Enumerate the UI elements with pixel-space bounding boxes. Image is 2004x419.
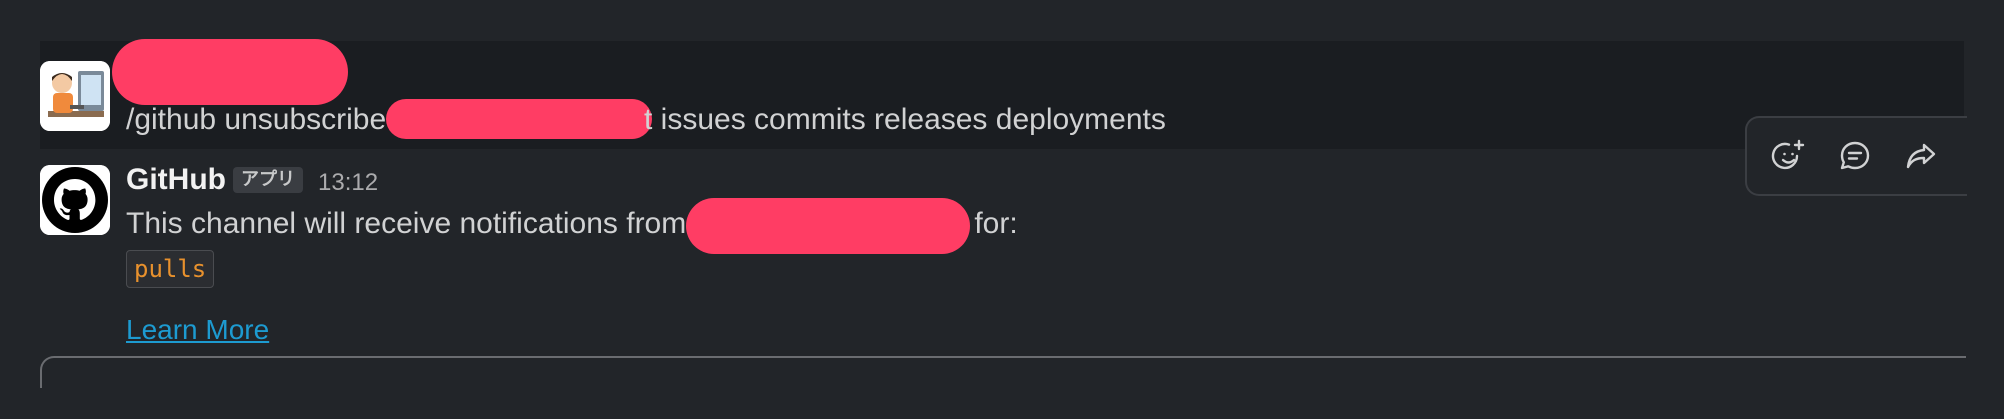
redacted-repo-name — [686, 198, 970, 254]
sender-name[interactable]: GitHub — [126, 160, 226, 200]
app-badge: アプリ — [233, 167, 303, 193]
command-text: /github unsubscribe — [126, 103, 395, 136]
message-timestamp[interactable]: 13:12 — [318, 168, 378, 198]
redacted-repo-in-command — [386, 99, 652, 139]
notification-text: This channel will receive notifications … — [126, 207, 695, 240]
user-avatar[interactable] — [40, 61, 110, 131]
notification-text-suffix: for: — [966, 207, 1018, 240]
message-actions-toolbar — [1745, 116, 1967, 196]
redacted-username — [112, 39, 348, 105]
share-icon[interactable] — [1899, 134, 1943, 178]
github-avatar[interactable] — [40, 165, 110, 235]
code-pulls: pulls — [126, 250, 215, 288]
learn-more-link[interactable]: Learn More — [126, 312, 269, 348]
command-text-rest: t issues commits releases deployments — [644, 103, 1166, 136]
attachment-divider — [40, 356, 1966, 388]
add-reaction-icon[interactable] — [1767, 134, 1811, 178]
reply-in-thread-icon[interactable] — [1833, 134, 1877, 178]
